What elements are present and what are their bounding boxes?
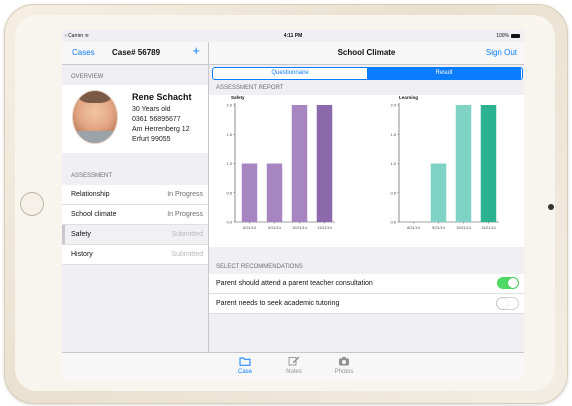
- chart-bar: [291, 105, 308, 222]
- recommendation-label: Parent needs to seek academic tutoring: [216, 300, 340, 307]
- assessment-list: Relationship In Progress School climate …: [62, 185, 208, 265]
- chart-bar: [266, 163, 283, 222]
- avatar-shirt: [73, 131, 117, 143]
- tab-label: Notes: [286, 369, 302, 375]
- chart-title: Learning: [399, 95, 418, 100]
- x-tick-label: 11/21/14: [317, 226, 332, 230]
- assessment-report-charts: Safety 0.0 0.5 1.0 1.5 2.0 8/21/14 9/21/14 10/21…: [209, 95, 524, 247]
- assessment-item-relationship[interactable]: Relationship In Progress: [62, 185, 208, 205]
- client-name: Rene Schacht: [132, 92, 192, 102]
- y-tick-label: 2.0: [226, 103, 232, 108]
- add-icon[interactable]: +: [192, 44, 200, 58]
- y-tick-label: 1.0: [226, 161, 232, 166]
- y-tick-label: 1.5: [226, 132, 232, 137]
- y-tick-label: 0.5: [226, 190, 232, 195]
- client-phone: 0361 56895677: [132, 116, 181, 123]
- x-tick-label: 11/21/14: [481, 226, 496, 230]
- home-button[interactable]: [20, 192, 44, 216]
- toggle-knob: [508, 278, 518, 288]
- assessment-item-safety[interactable]: Safety Submitted: [62, 225, 208, 245]
- camera-lens: [548, 204, 554, 210]
- tab-label: Case: [237, 369, 252, 375]
- master-pane: Cases Case# 56789 + OVERVIEW Rene Schach…: [62, 42, 209, 360]
- recommendations-header: SELECT RECOMMENDATIONS: [216, 264, 303, 270]
- y-tick-label: 0.0: [390, 220, 396, 225]
- master-nav-bar: Cases Case# 56789 +: [62, 42, 208, 65]
- tab-case[interactable]: Case: [225, 356, 265, 375]
- assessment-item-status: Submitted: [171, 251, 203, 258]
- assessment-item-status: In Progress: [167, 191, 203, 198]
- page-title: School Climate: [337, 48, 396, 57]
- avatar: [72, 90, 118, 144]
- x-tick-label: 9/21/14: [268, 226, 281, 230]
- assessment-item-school-climate[interactable]: School climate In Progress: [62, 205, 208, 225]
- pencil-icon: [288, 356, 300, 366]
- tab-label: Photos: [334, 369, 354, 375]
- chart-bar: [316, 105, 333, 222]
- tab-bar: Case Notes Photos: [62, 352, 524, 380]
- recommendation-label: Parent should attend a parent teacher co…: [216, 280, 373, 287]
- case-number-title: Case# 56789: [112, 48, 161, 57]
- detail-pane: School Climate Sign Out Questionnaire Re…: [209, 42, 524, 360]
- chart-title: Safety: [231, 95, 245, 100]
- tab-notes[interactable]: Notes: [274, 356, 314, 375]
- camera-icon: [339, 357, 349, 366]
- status-bar: ‹ Carrier ≋ 4:11 PM 100%: [62, 30, 524, 42]
- recommendation-toggle[interactable]: [497, 277, 519, 289]
- clock: 4:11 PM: [283, 33, 303, 39]
- toggle-knob: [497, 298, 508, 309]
- battery-indicator: 100%: [496, 33, 520, 39]
- assessment-item-label: Safety: [71, 231, 91, 238]
- assessment-header: ASSESSMENT: [71, 173, 113, 179]
- client-city: Erfurt 99055: [132, 136, 171, 143]
- y-tick-label: 0.5: [390, 190, 396, 195]
- assessment-item-status: In Progress: [167, 211, 203, 218]
- assessment-item-history[interactable]: History Submitted: [62, 245, 208, 265]
- folder-icon: [239, 357, 251, 366]
- assessment-item-label: Relationship: [71, 191, 110, 198]
- recommendation-row: Parent needs to seek academic tutoring: [209, 294, 524, 314]
- assessment-item-status: Submitted: [171, 231, 203, 238]
- x-tick-label: 10/21/14: [456, 226, 471, 230]
- chart-bar: [241, 163, 258, 222]
- cases-back-button[interactable]: Cases: [72, 48, 95, 57]
- recommendation-toggle[interactable]: [496, 297, 519, 310]
- client-age: 30 Years old: [132, 106, 171, 113]
- tab-photos[interactable]: Photos: [324, 356, 364, 375]
- assessment-item-label: School climate: [71, 211, 117, 218]
- y-tick-label: 0.0: [226, 220, 232, 225]
- chart-bar: [480, 105, 497, 222]
- y-tick-label: 1.0: [390, 161, 396, 166]
- y-tick-label: 1.5: [390, 132, 396, 137]
- x-tick-label: 10/21/14: [292, 226, 307, 230]
- assessment-report-header: ASSESSMENT REPORT: [216, 85, 284, 91]
- detail-nav-bar: School Climate Sign Out: [209, 42, 524, 65]
- x-tick-label: 8/21/14: [243, 226, 256, 230]
- battery-percent: 100%: [496, 33, 509, 39]
- overview-header: OVERVIEW: [71, 74, 104, 80]
- avatar-hair: [79, 91, 111, 103]
- client-street: Am Herrenberg 12: [132, 126, 190, 133]
- assessment-item-label: History: [71, 251, 93, 258]
- tab-questionnaire[interactable]: Questionnaire: [213, 68, 367, 79]
- y-tick-label: 2.0: [390, 103, 396, 108]
- chart-bar: [455, 105, 472, 222]
- recommendation-row: Parent should attend a parent teacher co…: [209, 274, 524, 294]
- client-profile-card[interactable]: Rene Schacht 30 Years old 0361 56895677 …: [62, 85, 208, 153]
- recommendations-list: Parent should attend a parent teacher co…: [209, 274, 524, 314]
- chart-bar: [430, 163, 447, 222]
- battery-icon: [511, 33, 520, 38]
- sign-out-button[interactable]: Sign Out: [486, 48, 517, 57]
- app-screen: ‹ Carrier ≋ 4:11 PM 100% Cases Case# 567…: [62, 30, 524, 380]
- x-tick-label: 8/21/14: [407, 226, 420, 230]
- x-tick-label: 9/21/14: [432, 226, 445, 230]
- view-segmented-control: Questionnaire Result: [212, 67, 523, 80]
- report-charts-svg: Safety 0.0 0.5 1.0 1.5 2.0 8/21/14 9/21/14 10/21…: [226, 95, 499, 230]
- tab-result[interactable]: Result: [367, 68, 521, 79]
